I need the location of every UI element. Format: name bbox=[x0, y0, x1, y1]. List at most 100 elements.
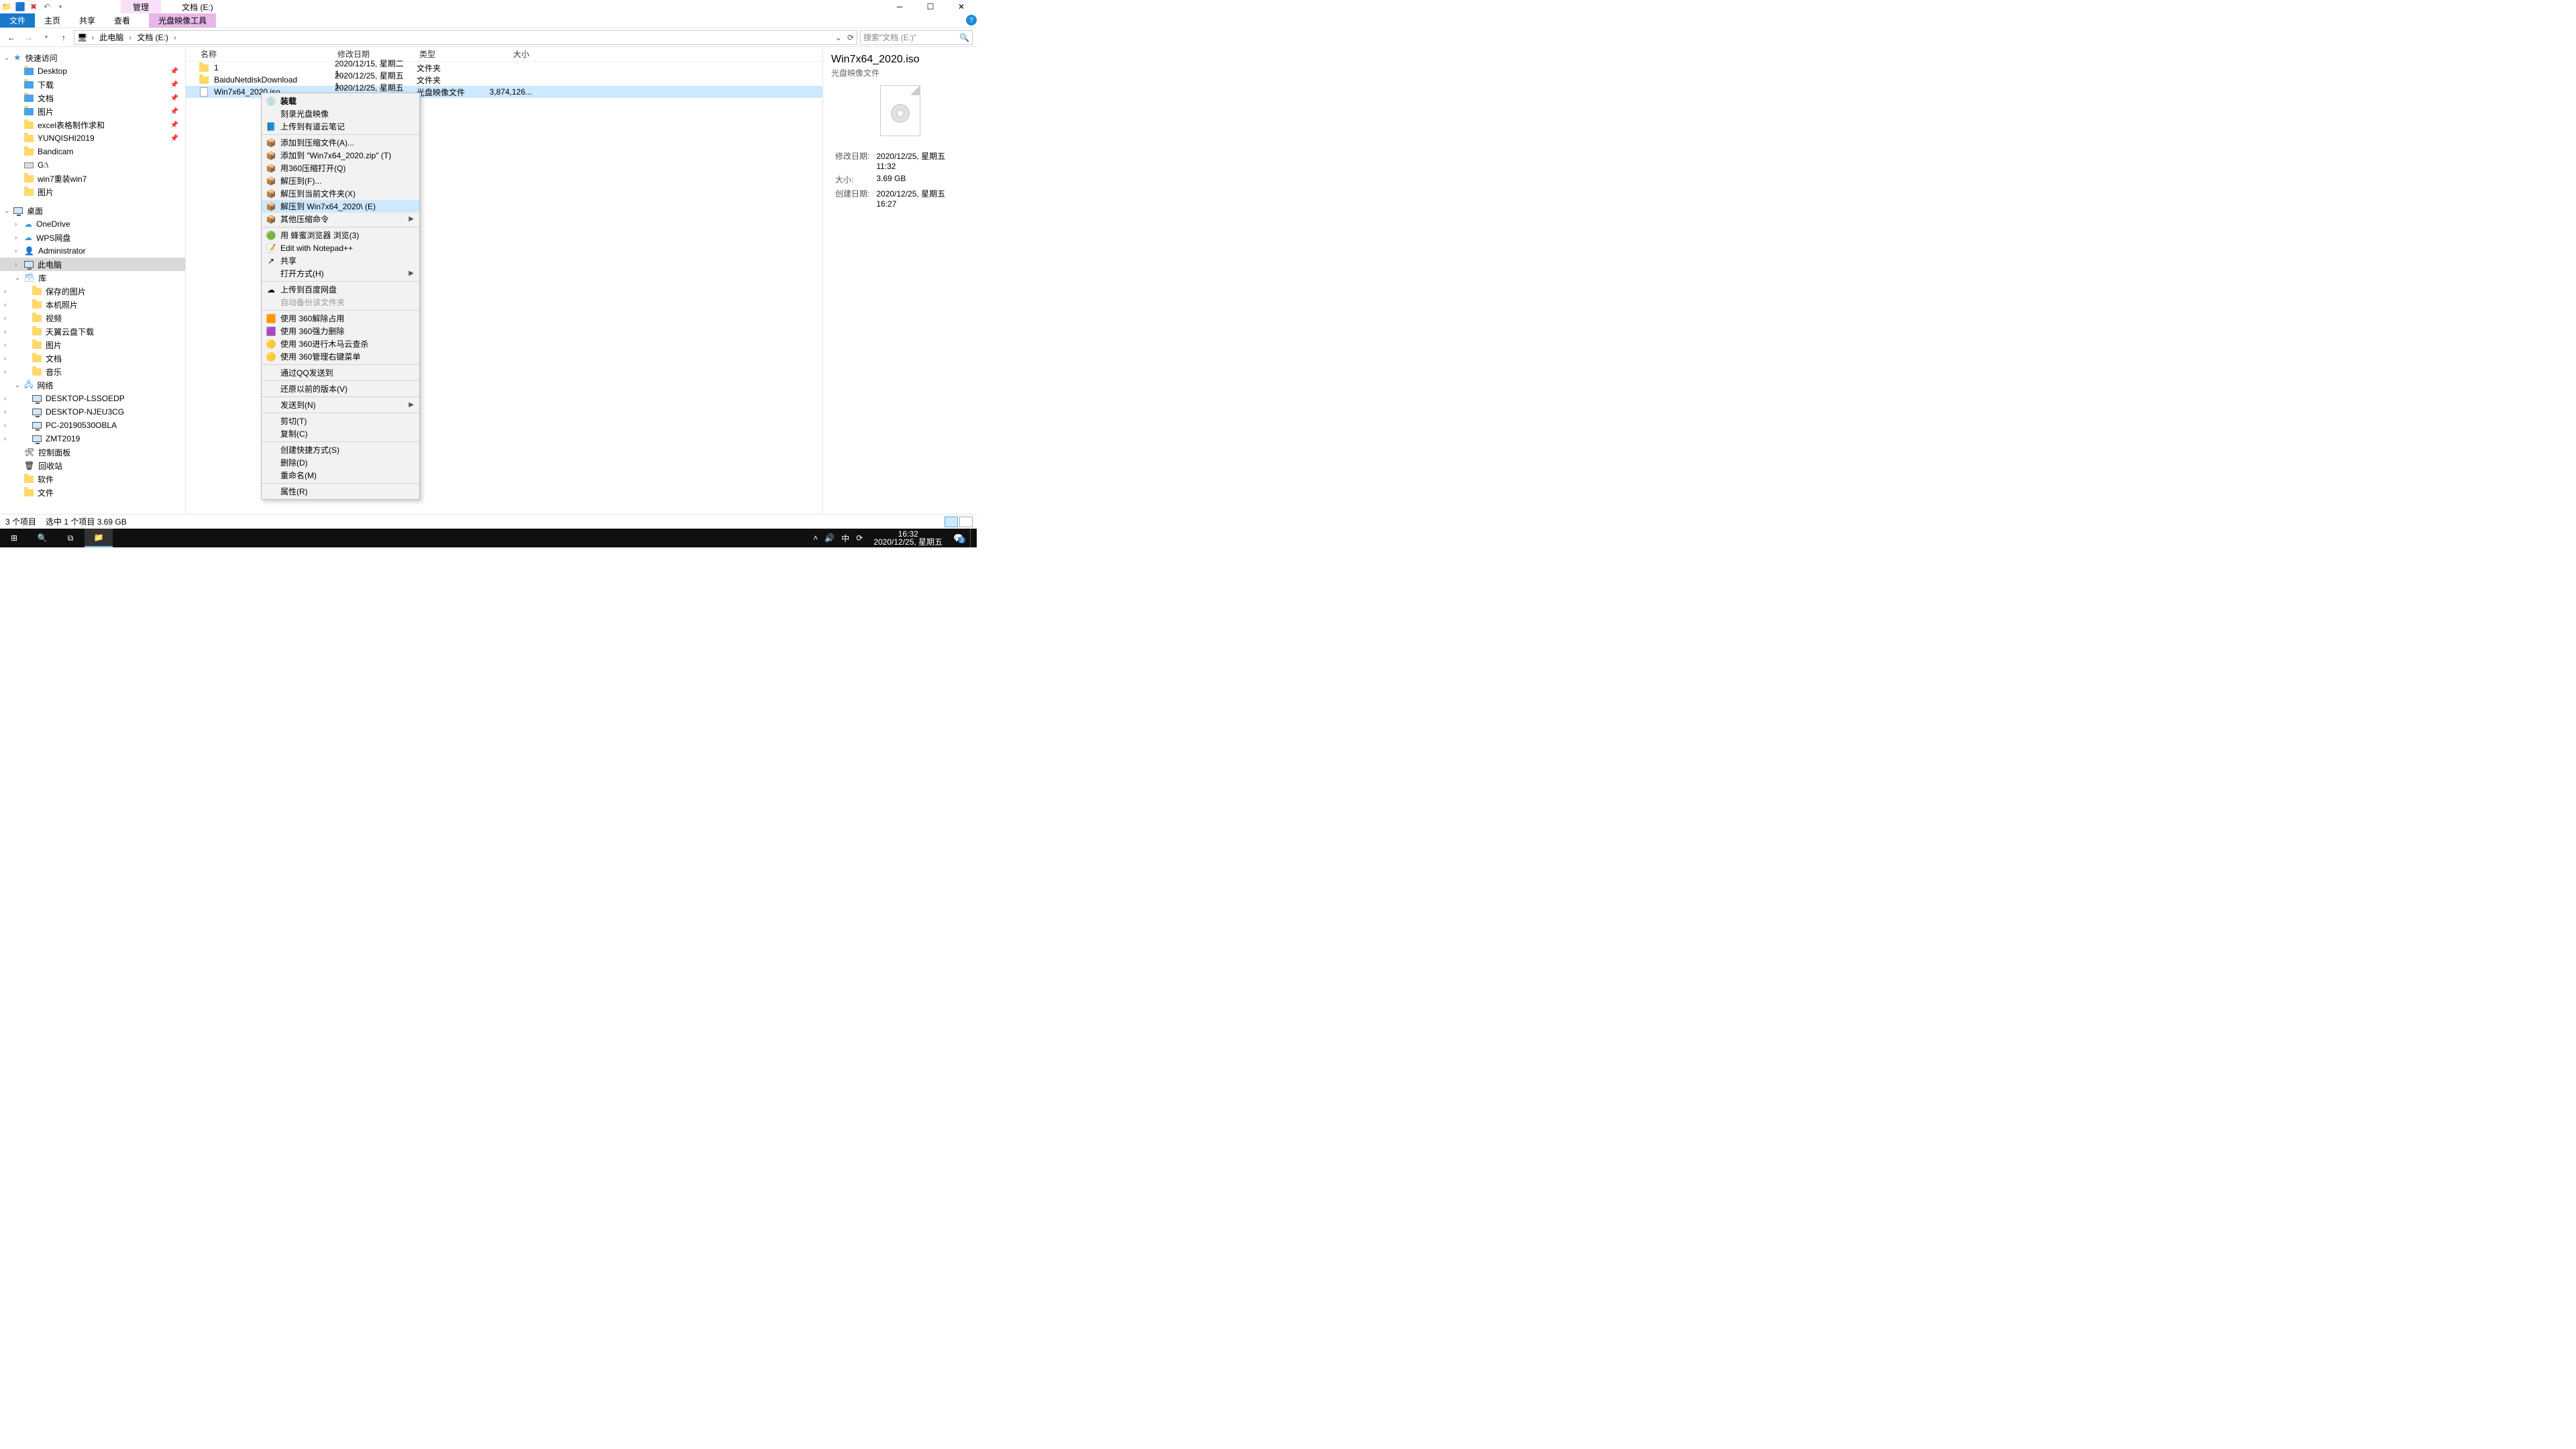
view-details-button[interactable] bbox=[945, 517, 958, 527]
show-desktop-button[interactable] bbox=[970, 529, 974, 547]
nav-back-button[interactable]: ← bbox=[4, 30, 19, 45]
tree-node[interactable]: ›音乐 bbox=[0, 365, 185, 378]
help-button[interactable]: ? bbox=[966, 15, 977, 25]
context-menu-item[interactable]: 剪切(T) bbox=[262, 415, 419, 427]
task-view-button[interactable]: ⧉ bbox=[56, 529, 85, 547]
context-menu-item[interactable]: 🟢用 蜂蜜浏览器 浏览(3) bbox=[262, 229, 419, 241]
context-menu-item[interactable]: 📦解压到当前文件夹(X) bbox=[262, 187, 419, 200]
context-menu-item[interactable]: 📦添加到压缩文件(A)... bbox=[262, 136, 419, 149]
tree-node[interactable]: YUNQISHI2019📌 bbox=[0, 131, 185, 145]
expand-icon[interactable]: ⌄ bbox=[4, 54, 9, 62]
expand-icon[interactable]: ⌄ bbox=[15, 382, 20, 389]
expand-icon[interactable]: › bbox=[4, 422, 6, 429]
tree-node[interactable]: ›天翼云盘下载 bbox=[0, 325, 185, 338]
breadcrumb-drive[interactable]: 文档 (E:) bbox=[136, 32, 170, 43]
qat-properties-icon[interactable]: 🟦 bbox=[13, 0, 27, 13]
tree-node[interactable]: ⌄★快速访问 bbox=[0, 51, 185, 64]
context-menu-item[interactable]: 刻录光盘映像 bbox=[262, 107, 419, 120]
context-menu[interactable]: 💿装载刻录光盘映像📘上传到有道云笔记 📦添加到压缩文件(A)...📦添加到 "Wi… bbox=[261, 93, 420, 500]
ribbon-tab-disc-tools[interactable]: 光盘映像工具 bbox=[149, 13, 216, 28]
tree-node[interactable]: 图片 bbox=[0, 185, 185, 199]
tree-node[interactable]: excel表格制作求和📌 bbox=[0, 118, 185, 131]
tree-node[interactable]: G:\ bbox=[0, 158, 185, 172]
context-menu-item[interactable]: 重命名(M) bbox=[262, 469, 419, 482]
context-menu-item[interactable]: 打开方式(H)▶ bbox=[262, 267, 419, 280]
tree-node[interactable]: ›☁WPS网盘 bbox=[0, 231, 185, 244]
taskbar-explorer[interactable]: 📁 bbox=[85, 529, 113, 547]
qat-undo-icon[interactable]: ↶ bbox=[40, 0, 54, 13]
addr-refresh-icon[interactable]: ⟳ bbox=[847, 33, 854, 42]
navigation-tree[interactable]: ⌄★快速访问Desktop📌下载📌文档📌图片📌excel表格制作求和📌YUNQI… bbox=[0, 47, 186, 514]
expand-icon[interactable]: › bbox=[4, 409, 6, 416]
col-size[interactable]: 大小 bbox=[485, 48, 532, 60]
tree-node[interactable]: ›视频 bbox=[0, 311, 185, 325]
qat-delete-icon[interactable]: ✖ bbox=[27, 0, 40, 13]
tree-node[interactable]: ⌄🖧网络 bbox=[0, 378, 185, 392]
context-menu-item[interactable]: 删除(D) bbox=[262, 456, 419, 469]
expand-icon[interactable]: › bbox=[15, 248, 17, 255]
nav-up-button[interactable]: ↑ bbox=[56, 30, 71, 45]
expand-icon[interactable]: › bbox=[4, 288, 6, 295]
tree-node[interactable]: ›ZMT2019 bbox=[0, 432, 185, 445]
context-menu-item[interactable]: 🟪使用 360强力删除 bbox=[262, 325, 419, 337]
context-menu-item[interactable]: 发送到(N)▶ bbox=[262, 398, 419, 411]
tree-node[interactable]: 软件 bbox=[0, 472, 185, 486]
tree-node[interactable]: win7重装win7 bbox=[0, 172, 185, 185]
context-menu-item[interactable]: 📦解压到(F)... bbox=[262, 174, 419, 187]
ribbon-tab-file[interactable]: 文件 bbox=[0, 13, 35, 28]
ribbon-tab-view[interactable]: 查看 bbox=[105, 13, 140, 28]
tree-node[interactable]: ›图片 bbox=[0, 338, 185, 352]
tree-node[interactable]: ›PC-20190530OBLA bbox=[0, 419, 185, 432]
tree-node[interactable]: ›DESKTOP-LSSOEDP bbox=[0, 392, 185, 405]
expand-icon[interactable]: › bbox=[4, 315, 6, 322]
context-menu-item[interactable]: 📦用360压缩打开(Q) bbox=[262, 162, 419, 174]
tree-node[interactable]: 图片📌 bbox=[0, 105, 185, 118]
expand-icon[interactable]: › bbox=[4, 435, 6, 443]
context-menu-item[interactable]: 还原以前的版本(V) bbox=[262, 382, 419, 395]
context-menu-item[interactable]: 🟡使用 360管理右键菜单 bbox=[262, 350, 419, 363]
context-menu-item[interactable]: ☁上传到百度网盘 bbox=[262, 283, 419, 296]
expand-icon[interactable]: ⌄ bbox=[15, 274, 20, 282]
context-menu-item[interactable]: 创建快捷方式(S) bbox=[262, 443, 419, 456]
expand-icon[interactable]: › bbox=[4, 368, 6, 376]
col-type[interactable]: 类型 bbox=[417, 48, 485, 60]
tree-node[interactable]: ›DESKTOP-NJEU3CG bbox=[0, 405, 185, 419]
tray-volume-icon[interactable]: 🔊 bbox=[824, 533, 835, 543]
tree-node[interactable]: ›此电脑 bbox=[0, 258, 185, 271]
tree-node[interactable]: ›文档 bbox=[0, 352, 185, 365]
tree-node[interactable]: 文档📌 bbox=[0, 91, 185, 105]
tray-chevron-icon[interactable]: ˄ bbox=[813, 533, 818, 543]
expand-icon[interactable]: › bbox=[4, 301, 6, 309]
tree-node[interactable]: ›👤Administrator bbox=[0, 244, 185, 258]
nav-recent-button[interactable]: ▾ bbox=[39, 30, 54, 45]
context-menu-item[interactable]: 复制(C) bbox=[262, 427, 419, 440]
context-menu-item[interactable]: 💿装载 bbox=[262, 95, 419, 107]
start-button[interactable]: ⊞ bbox=[0, 529, 28, 547]
search-input[interactable]: 搜索"文档 (E:)" 🔍 bbox=[860, 30, 973, 45]
close-button[interactable]: ✕ bbox=[946, 0, 977, 13]
col-name[interactable]: 名称 bbox=[198, 48, 335, 60]
context-menu-item[interactable]: 🟧使用 360解除占用 bbox=[262, 312, 419, 325]
context-menu-item[interactable]: 🟡使用 360进行木马云查杀 bbox=[262, 337, 419, 350]
context-menu-item[interactable]: 📦添加到 "Win7x64_2020.zip" (T) bbox=[262, 149, 419, 162]
tree-node[interactable]: ⌄🗃库 bbox=[0, 271, 185, 284]
nav-forward-button[interactable]: → bbox=[21, 30, 36, 45]
ribbon-tab-home[interactable]: 主页 bbox=[35, 13, 70, 28]
column-headers[interactable]: 名称 修改日期 类型 大小 bbox=[186, 47, 822, 62]
tray-clock[interactable]: 16:32 2020/12/25, 星期五 bbox=[869, 530, 947, 546]
minimize-button[interactable]: ─ bbox=[884, 0, 915, 13]
context-menu-item[interactable]: 属性(R) bbox=[262, 485, 419, 498]
context-menu-item[interactable]: 📘上传到有道云笔记 bbox=[262, 120, 419, 133]
context-menu-item[interactable]: 通过QQ发送到 bbox=[262, 366, 419, 379]
expand-icon[interactable]: ⌄ bbox=[4, 207, 9, 215]
view-icons-button[interactable] bbox=[959, 517, 973, 527]
addr-dropdown-icon[interactable]: ⌄ bbox=[835, 33, 842, 42]
context-menu-item[interactable]: 📦其他压缩命令▶ bbox=[262, 213, 419, 225]
tree-node[interactable]: 🛠控制面板 bbox=[0, 445, 185, 459]
tray-ime[interactable]: 中 bbox=[841, 533, 849, 544]
tree-node[interactable]: ›保存的图片 bbox=[0, 284, 185, 298]
expand-icon[interactable]: › bbox=[15, 234, 17, 241]
tree-node[interactable]: ›本机照片 bbox=[0, 298, 185, 311]
expand-icon[interactable]: › bbox=[4, 355, 6, 362]
tree-node[interactable]: 🗑回收站 bbox=[0, 459, 185, 472]
